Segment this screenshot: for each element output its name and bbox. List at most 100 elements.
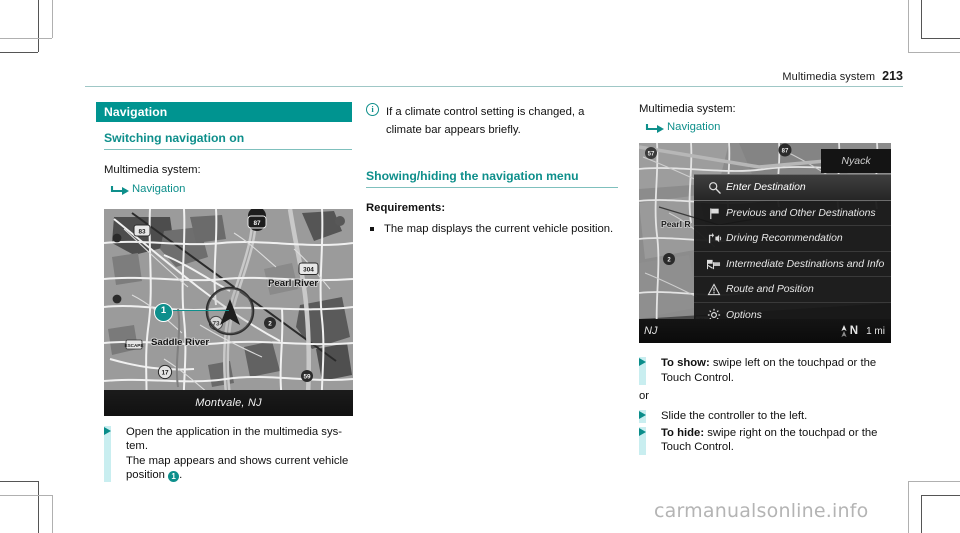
menu-item-previous-and-other-destinations[interactable]: Previous and Other Destinations <box>694 201 891 227</box>
svg-text:87: 87 <box>782 149 789 155</box>
map-callout-1: 1 <box>154 302 173 322</box>
crop-mark-bottom-right-horizontal-2 <box>908 481 960 482</box>
flag-icon <box>702 207 726 220</box>
menu-path-navigation-right: Navigation <box>645 120 891 135</box>
checkered-flags-icon <box>702 258 726 271</box>
chapter-band: Navigation <box>96 102 352 122</box>
hook-arrow-icon <box>110 185 129 195</box>
requirements-list: The map displays the current vehicle pos… <box>366 222 618 236</box>
compass-label: N <box>849 325 859 338</box>
nav-map-place-label-nyack: Nyack <box>821 149 891 174</box>
page-number: 213 <box>882 69 903 83</box>
step-triangle-icon <box>639 410 646 419</box>
navigation-menu[interactable]: Enter Destination Previous and Other Des… <box>694 174 891 328</box>
step-line-3: The map appears and shows current vehicl… <box>126 454 349 467</box>
hook-arrow-icon-right <box>645 124 664 134</box>
watermark: carmanualsonline.info <box>654 500 869 522</box>
menu-item-label: Route and Position <box>726 284 814 296</box>
step-line-2: tem. <box>126 440 148 453</box>
step-triangle-icon <box>639 358 646 367</box>
multimedia-system-label-right: Multimedia system: <box>639 103 736 115</box>
crop-mark-bottom-left-horizontal-2 <box>0 495 52 496</box>
step-emphasis: To show: <box>661 357 710 370</box>
menu-path-navigation: Navigation <box>110 182 352 197</box>
menu-path-label: Navigation <box>132 182 186 195</box>
magnifier-icon <box>702 181 726 194</box>
svg-text:304: 304 <box>303 266 314 273</box>
multimedia-system-label: Multimedia system: <box>104 164 201 177</box>
section-heading-rule-middle <box>366 187 618 189</box>
step-text: To show: swipe left on the touchpad or t… <box>661 356 891 385</box>
svg-text:Pearl River: Pearl River <box>268 278 318 289</box>
step-rest: Slide the controller to the left. <box>661 409 808 422</box>
svg-text:17: 17 <box>161 369 169 376</box>
warning-triangle-icon <box>702 283 726 296</box>
menu-path-label-right: Navigation <box>667 121 721 134</box>
map-scale-label: 1 mi <box>866 325 885 337</box>
step-emphasis: To hide: <box>661 427 705 440</box>
map-graphic: 83 87 304 73 2 17 59 ESCAPE Pearl River … <box>104 208 353 416</box>
step-text: To hide: swipe right on the touchpad or … <box>661 426 891 455</box>
requirements-label: Requirements: <box>366 202 446 215</box>
step-line-4: position <box>126 468 169 481</box>
menu-item-intermediate-destinations-and-info[interactable]: Intermediate Destinations and Info <box>694 252 891 278</box>
svg-text:Pearl R: Pearl R <box>661 219 691 229</box>
running-head-title: Multimedia system <box>782 71 876 83</box>
svg-text:ESCAPE: ESCAPE <box>125 343 144 348</box>
step-text: Slide the controller to the left. <box>661 409 891 423</box>
crop-mark-top-left-horizontal-2 <box>0 38 52 39</box>
crop-mark-top-left-vertical <box>38 0 39 52</box>
menu-item-driving-recommendation[interactable]: Driving Recommendation <box>694 226 891 252</box>
step-line-1: Open the application in the multimedia s… <box>126 425 343 438</box>
crop-mark-top-left-vertical-2 <box>52 0 53 38</box>
header-rule <box>85 86 903 88</box>
menu-item-label: Enter Destination <box>726 182 806 194</box>
info-note: i If a climate control setting is change… <box>366 102 618 138</box>
crop-mark-top-left-horizontal <box>0 52 38 53</box>
menu-item-label: Previous and Other Destinations <box>726 207 876 219</box>
column-left: Navigation Switching navigation on Multi… <box>96 102 353 483</box>
crop-mark-bottom-left-horizontal <box>0 481 38 482</box>
column-right: Multimedia system: Navigation 57 87 2 Pe… <box>639 102 891 455</box>
svg-text:87: 87 <box>253 220 261 227</box>
info-icon: i <box>366 103 379 116</box>
step-triangle-icon <box>639 428 646 437</box>
crop-mark-top-right-vertical-2 <box>908 0 909 52</box>
crop-mark-top-right-vertical <box>921 0 922 38</box>
step-to-hide: To hide: swipe right on the touchpad or … <box>639 426 891 455</box>
svg-text:57: 57 <box>648 152 655 158</box>
step-open-application: Open the application in the multimedia s… <box>104 425 352 483</box>
crop-mark-top-right-horizontal <box>921 38 960 39</box>
map-screenshot: 83 87 304 73 2 17 59 ESCAPE Pearl River … <box>104 208 353 416</box>
running-head: Multimedia system 213 <box>85 69 903 83</box>
menu-item-label: Intermediate Destinations and Info <box>726 258 885 270</box>
step-trailing: . <box>179 468 183 481</box>
inline-callout-1: 1 <box>168 470 180 482</box>
svg-text:83: 83 <box>138 228 146 235</box>
column-middle: i If a climate control setting is change… <box>366 102 618 236</box>
step-text: Open the application in the multimedia s… <box>126 425 352 483</box>
crop-mark-top-right-horizontal-2 <box>908 52 960 53</box>
step-triangle-icon <box>104 426 111 435</box>
requirement-item: The map displays the current vehicle pos… <box>366 222 618 236</box>
map-scale: 1 mi <box>866 326 885 337</box>
navigation-menu-screenshot: 57 87 2 53 Pearl R Nyack Enter Destinati… <box>639 143 891 344</box>
section-heading-switching-navigation-on: Switching navigation on <box>104 131 245 145</box>
crop-mark-bottom-left-vertical-2 <box>52 495 53 533</box>
speaker-arrow-icon <box>702 232 726 245</box>
crop-mark-bottom-left-vertical <box>38 481 39 533</box>
crop-mark-bottom-right-vertical-2 <box>908 481 909 533</box>
menu-item-enter-destination[interactable]: Enter Destination <box>694 174 891 201</box>
crop-mark-bottom-right-horizontal <box>921 495 960 496</box>
map-callout-leader <box>169 309 229 312</box>
section-heading-rule <box>104 149 352 151</box>
map-city-label: Montvale, NJ <box>104 389 353 416</box>
or-label: or <box>639 390 650 403</box>
crop-mark-bottom-right-vertical <box>921 495 922 533</box>
step-slide-controller: Slide the controller to the left. <box>639 409 891 424</box>
compass-icon: N <box>840 325 859 338</box>
info-note-text: If a climate control setting is changed,… <box>386 106 585 136</box>
svg-text:59: 59 <box>303 373 311 380</box>
menu-item-route-and-position[interactable]: Route and Position <box>694 277 891 303</box>
svg-text:Saddle River: Saddle River <box>151 337 209 348</box>
